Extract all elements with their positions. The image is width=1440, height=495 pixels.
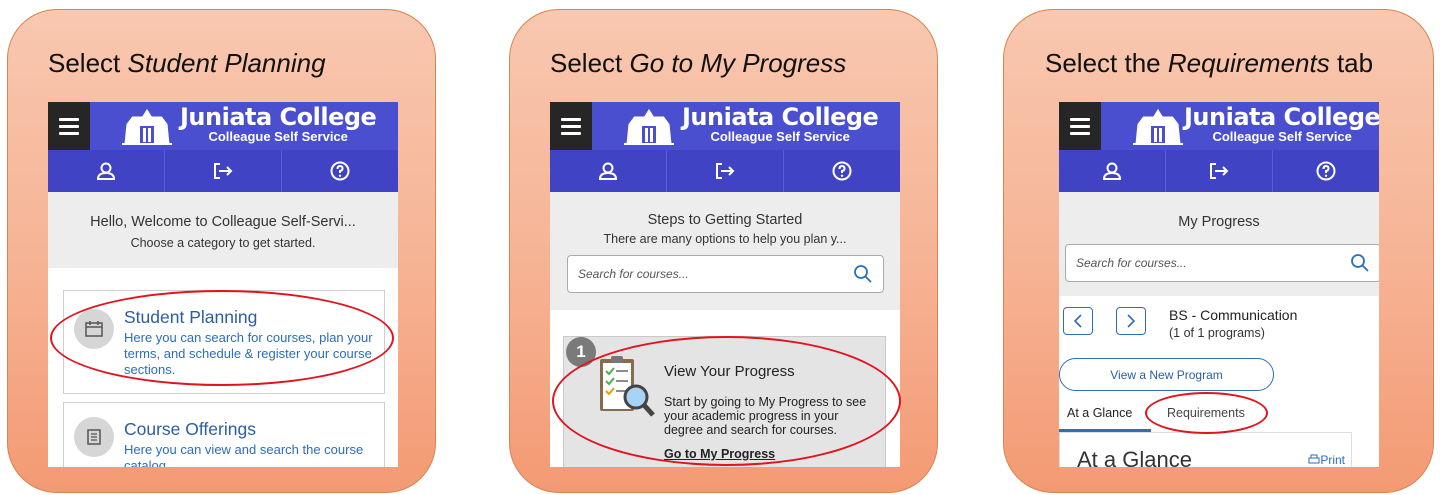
step-description: Start by going to My Progress to see you… [664, 395, 867, 437]
brand-title: Juniata College [682, 103, 879, 131]
app-nav [550, 150, 900, 192]
view-new-program-button[interactable]: View a New Program [1059, 358, 1274, 391]
search-icon[interactable] [853, 264, 873, 284]
step-card: 1 View Your Progress Start by going to M… [563, 336, 886, 467]
tile-description: Here you can search for courses, plan yo… [124, 330, 373, 377]
step-card-go-to-progress: Select Go to My Progress Juniata College… [509, 9, 938, 493]
tab-requirements[interactable]: Requirements [1167, 406, 1245, 420]
user-button[interactable] [1059, 150, 1166, 192]
next-program-button[interactable] [1116, 307, 1146, 335]
page-heading: Steps to Getting Started [647, 212, 803, 228]
page-intro: Steps to Getting Started There are many … [550, 192, 900, 246]
page-subheading: There are many options to help you plan … [603, 232, 847, 246]
search-input[interactable]: Search for courses... [567, 255, 884, 293]
welcome-line: Hello, Welcome to Colleague Self-Servi..… [90, 214, 356, 230]
tile-title[interactable]: Course Offerings [124, 419, 256, 440]
program-name: BS - Communication [1169, 307, 1298, 323]
search-input[interactable]: Search for courses... [1065, 244, 1379, 282]
menu-icon[interactable] [550, 102, 592, 150]
welcome-subline: Choose a category to get started. [130, 236, 316, 250]
user-icon [1102, 162, 1122, 180]
chevron-left-icon [1073, 314, 1082, 328]
search-placeholder: Search for courses... [1076, 256, 1187, 270]
sign-out-icon [214, 163, 233, 179]
app-header: Juniata College Colleague Self Service [48, 102, 398, 150]
user-icon [598, 162, 618, 180]
brand-subtitle: Colleague Self Service [1212, 129, 1352, 144]
menu-icon[interactable] [1059, 102, 1101, 150]
category-list: Student Planning Here you can search for… [48, 268, 398, 467]
phone-screen: Juniata College Colleague Self Service S… [550, 102, 900, 467]
tile-title[interactable]: Student Planning [124, 307, 257, 328]
sign-out-button[interactable] [165, 150, 282, 192]
help-button[interactable] [1273, 150, 1379, 192]
step-instruction: Select Go to My Progress [550, 48, 847, 78]
step-card-student-planning: Select Student Planning Juniata College … [7, 9, 436, 493]
brand-subtitle: Colleague Self Service [710, 129, 850, 144]
sign-out-icon [1210, 163, 1229, 179]
college-logo-icon [122, 107, 172, 145]
go-to-my-progress-link[interactable]: Go to My Progress [664, 447, 775, 461]
page-heading: My Progress [1178, 214, 1260, 230]
step-title: View Your Progress [664, 363, 795, 380]
print-icon [1308, 454, 1320, 464]
section-title: At a Glance [1077, 447, 1192, 467]
tab-at-a-glance[interactable]: At a Glance [1067, 406, 1132, 420]
print-button[interactable]: Print [1308, 453, 1345, 467]
search-icon[interactable] [1350, 253, 1370, 273]
previous-program-button[interactable] [1063, 307, 1093, 335]
college-logo-icon [1133, 107, 1183, 145]
app-nav [1059, 150, 1379, 192]
app-nav [48, 150, 398, 192]
search-placeholder: Search for courses... [578, 267, 689, 281]
glance-panel: At a Glance Print [1059, 432, 1352, 467]
brand: Juniata College Colleague Self Service [682, 103, 879, 144]
checklist-icon [600, 356, 655, 417]
brand: Juniata College Colleague Self Service [1184, 104, 1379, 144]
user-button[interactable] [550, 150, 667, 192]
step-instruction: Select Student Planning [48, 48, 326, 78]
chevron-right-icon [1127, 314, 1136, 328]
tile-student-planning[interactable]: Student Planning Here you can search for… [63, 290, 385, 394]
calendar-icon [74, 309, 114, 349]
step-instruction: Select the Requirements tab [1045, 48, 1374, 78]
brand-title: Juniata College [180, 103, 377, 131]
help-icon [330, 161, 350, 181]
help-button[interactable] [784, 150, 900, 192]
college-logo-icon [624, 107, 674, 145]
brand-title: Juniata College [1184, 103, 1379, 131]
program-count: (1 of 1 programs) [1169, 326, 1265, 340]
tile-description: Here you can view and search the course … [124, 442, 364, 467]
step-card-requirements: Select the Requirements tab Juniata Coll… [1003, 9, 1434, 493]
help-icon [832, 161, 852, 181]
brand: Juniata College Colleague Self Service [180, 103, 377, 144]
sign-out-button[interactable] [1166, 150, 1273, 192]
app-header: Juniata College Colleague Self Service [550, 102, 900, 150]
sign-out-button[interactable] [667, 150, 784, 192]
book-icon [74, 417, 114, 457]
welcome-message: Hello, Welcome to Colleague Self-Servi..… [48, 192, 398, 250]
menu-icon[interactable] [48, 102, 90, 150]
app-header: Juniata College Colleague Self Service [1059, 102, 1379, 150]
help-icon [1316, 161, 1336, 181]
brand-subtitle: Colleague Self Service [208, 129, 348, 144]
page-intro: My Progress [1059, 192, 1379, 230]
tile-course-offerings[interactable]: Course Offerings Here you can view and s… [63, 402, 385, 467]
sign-out-icon [716, 163, 735, 179]
help-button[interactable] [282, 150, 398, 192]
user-icon [96, 162, 116, 180]
phone-screen: Juniata College Colleague Self Service M… [1059, 102, 1379, 467]
step-number-badge: 1 [566, 337, 596, 367]
user-button[interactable] [48, 150, 165, 192]
print-label: Print [1320, 453, 1345, 467]
phone-screen: Juniata College Colleague Self Service H… [48, 102, 398, 467]
